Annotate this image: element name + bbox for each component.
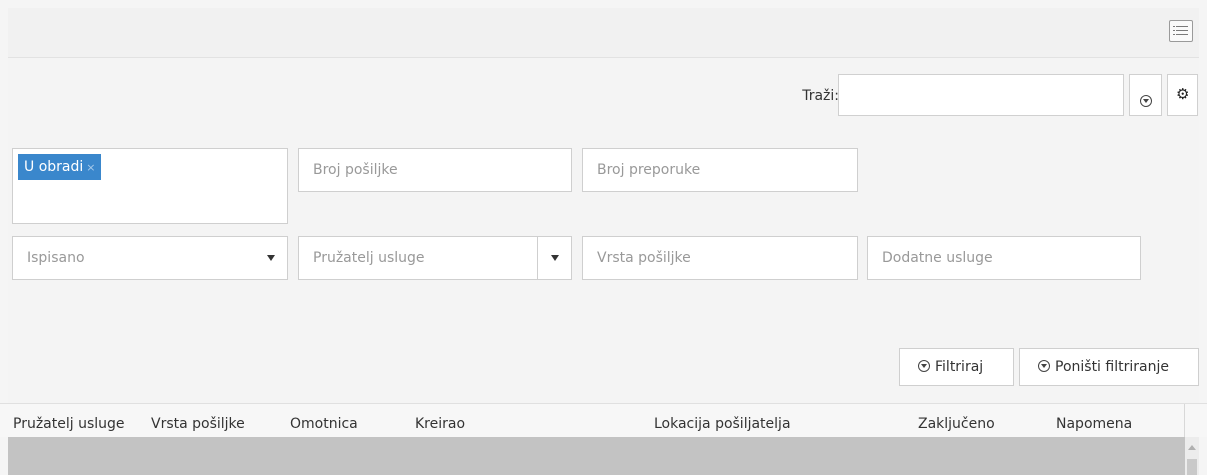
broj-posiljke-input[interactable]: Broj pošiljke	[298, 148, 572, 192]
status-tag: U obradi ×	[18, 154, 102, 180]
list-view-icon[interactable]	[1169, 20, 1193, 42]
filter-circle-icon	[1038, 360, 1050, 372]
chevron-down-icon	[267, 255, 275, 261]
table-header: Pružatelj usluge Vrsta pošiljke Omotnica…	[0, 403, 1207, 438]
filter-circle-icon	[918, 360, 930, 372]
pruzatelj-usluge-select-label: Pružatelj usluge	[313, 250, 425, 266]
scroll-thumb[interactable]	[1187, 459, 1197, 475]
search-filter-button[interactable]	[1129, 74, 1162, 116]
filter-button[interactable]: Filtriraj	[899, 348, 1014, 386]
search-label: Traži:	[802, 88, 839, 104]
top-toolbar	[8, 8, 1199, 58]
filter-panel: Traži: ⚙ U obradi × Broj pošiljke Broj pr…	[8, 58, 1199, 403]
reset-filter-button-label: Poništi filtriranje	[1055, 359, 1169, 375]
remove-tag-icon[interactable]: ×	[86, 161, 95, 174]
vrsta-posiljke-input[interactable]: Vrsta pošiljke	[582, 236, 858, 280]
column-header[interactable]: Napomena	[1056, 416, 1132, 432]
column-header[interactable]: Vrsta pošiljke	[151, 416, 245, 432]
status-tag-label: U obradi	[24, 159, 84, 175]
chevron-down-icon[interactable]	[551, 255, 559, 261]
column-header[interactable]: Kreirao	[415, 416, 465, 432]
table-body	[8, 437, 1185, 475]
column-header[interactable]: Lokacija pošiljatelja	[654, 416, 791, 432]
header-divider	[1184, 404, 1185, 438]
column-header[interactable]: Omotnica	[290, 416, 358, 432]
ispisano-select[interactable]: Ispisano	[12, 236, 288, 280]
vertical-scrollbar[interactable]	[1185, 437, 1199, 475]
column-header[interactable]: Zaključeno	[918, 416, 995, 432]
reset-filter-button[interactable]: Poništi filtriranje	[1019, 348, 1199, 386]
pruzatelj-usluge-select[interactable]: Pružatelj usluge	[298, 236, 572, 280]
select-divider	[537, 237, 538, 279]
filter-button-label: Filtriraj	[935, 359, 984, 375]
column-header[interactable]: Pružatelj usluge	[13, 416, 125, 432]
settings-button[interactable]: ⚙	[1167, 74, 1198, 116]
status-multiselect[interactable]: U obradi ×	[12, 148, 288, 224]
filter-circle-icon	[1140, 95, 1152, 107]
search-input[interactable]	[838, 74, 1124, 116]
gear-icon: ⚙	[1176, 85, 1190, 103]
scroll-up-icon[interactable]	[1188, 445, 1196, 450]
ispisano-select-label: Ispisano	[27, 250, 85, 266]
dodatne-usluge-input[interactable]: Dodatne usluge	[867, 236, 1141, 280]
broj-preporuke-input[interactable]: Broj preporuke	[582, 148, 858, 192]
